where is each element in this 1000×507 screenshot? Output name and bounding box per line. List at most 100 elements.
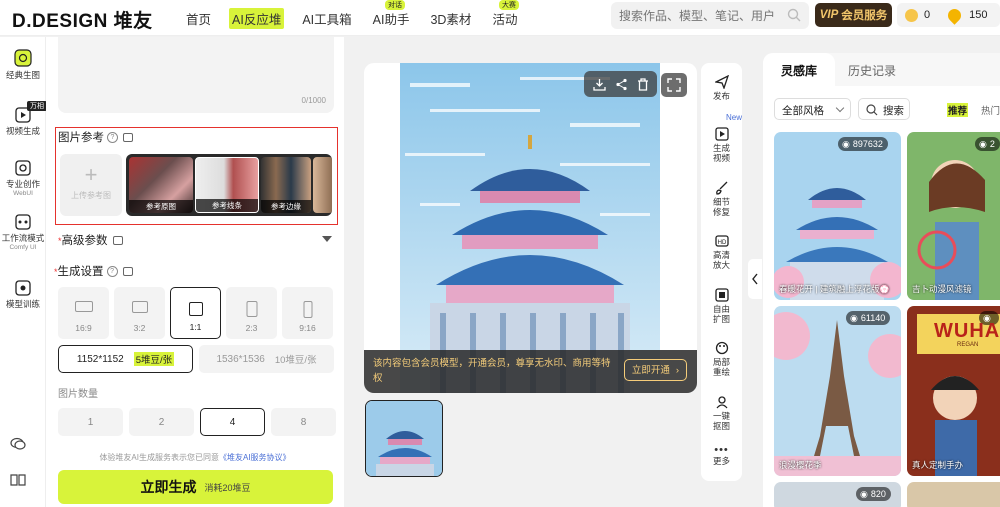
ref-mode-edge[interactable]: 参考边缘 [261,157,311,213]
guide-book-icon[interactable] [10,473,26,487]
nav-badge-chat: 对话 [385,0,406,10]
style-filter-select[interactable]: 全部风格 [774,98,851,120]
tutorial-icon[interactable] [112,236,123,246]
agreement-notice: 体验堆友AI生成服务表示您已同意《堆友AI服务协议》 [99,453,291,462]
tool-inpaint[interactable]: 局部重绘 [701,341,742,377]
ref-mode-lineart[interactable]: 参考线条 [195,157,259,213]
eye-icon: ◉ [979,139,987,149]
count-1[interactable]: 1 [58,408,123,436]
delete-icon[interactable] [637,77,649,91]
rail-video-gen[interactable]: 万相 视频生成 [0,101,47,137]
tool-hd-upscale[interactable]: HD 高清放大 [701,234,742,270]
result-preview: 该内容包含会员模型，开通会员，尊享无水印、商用等特权 立即开通 › [364,63,697,393]
chevron-down-icon [322,236,332,242]
send-icon [714,75,729,89]
image-count-options: 1 2 4 8 [58,408,336,436]
vip-label: 会员服务 [841,10,888,22]
result-thumbnail[interactable] [365,400,443,477]
new-badge: New [726,113,743,122]
main-nav: 首页 AI反应堆 AI工具箱 对话 AI助手 3D素材 大赛 活动 [186,0,538,36]
chat-icon[interactable] [10,437,26,451]
prompt-textarea[interactable]: 0/1000 [58,37,334,113]
vip-promo-banner: 该内容包含会员模型，开通会员，尊享无水印、商用等特权 立即开通 › [364,350,697,393]
count-4[interactable]: 4 [200,408,265,436]
nav-ai-reactor[interactable]: AI反应堆 [229,7,285,29]
generated-image[interactable] [400,63,660,393]
training-icon [15,280,31,296]
nav-events[interactable]: 大赛 活动 [492,0,519,28]
ratio-9-16[interactable]: 9:16 [282,287,333,339]
upload-reference-button[interactable]: + 上传参考图 [60,154,122,216]
tool-detail-repair[interactable]: 细节修复 [701,181,742,217]
rail-classic-image[interactable]: 经典生图 [0,49,46,81]
webui-icon [15,160,31,176]
tutorial-icon[interactable] [122,267,133,277]
wallet[interactable]: 0 150 [897,3,1000,27]
tool-publish[interactable]: 发布 [701,75,742,101]
chevron-left-icon [752,273,758,285]
hd-icon: HD [714,235,729,247]
site-logo[interactable]: D.DESIGN 堆友 [12,6,153,33]
eye-icon: ◉ [850,313,858,323]
sort-recommended[interactable]: 推荐 [947,103,969,117]
global-search [611,2,809,29]
inspiration-card[interactable] [907,482,1000,507]
tab-inspiration-library[interactable]: 灵感库 [763,53,836,86]
sort-popular[interactable]: 热门 [981,103,1000,117]
card-image [774,306,901,476]
collapse-panel-button[interactable] [748,259,762,299]
tools-column: 发布 生成视频 细节修复 HD 高清放大 自由扩图 局部重绘 一键抠图 ••• … [701,63,742,481]
generation-settings-title: *生成设置? [54,263,133,279]
inspiration-card[interactable]: ◉ 820 [774,482,901,507]
ratio-3-2[interactable]: 3:2 [114,287,165,339]
service-agreement-link[interactable]: 《堆友AI服务协议》 [219,453,291,462]
tab-history[interactable]: 历史记录 [848,62,896,79]
ratio-16-9[interactable]: 16:9 [58,287,109,339]
rail-model-training[interactable]: 模型训练 [0,280,46,310]
bean-balance: 150 [969,9,988,21]
resolution-1152[interactable]: 1152*1152 5堆豆/张 [58,345,193,373]
tool-cutout[interactable]: 一键抠图 [701,395,742,431]
expand-icon [667,78,681,92]
search-icon[interactable] [787,8,801,22]
svg-text:HD: HD [717,240,726,246]
settings-panel: 0/1000 图片参考? + 上传参考图 参考原图 参考线条 参考边缘 *高级参… [46,37,344,507]
inspiration-search-button[interactable]: 搜索 [858,98,910,120]
tool-more[interactable]: ••• 更多 [701,444,742,466]
nav-ai-assistant[interactable]: 对话 AI助手 [373,0,409,28]
inspiration-card[interactable]: ◉ 2 吉卜动漫风滤镜 [907,132,1000,300]
advanced-params-row[interactable]: *高级参数 [58,232,334,248]
expand-image-icon [714,288,729,302]
download-icon[interactable] [592,78,606,91]
view-count: ◉ 61140 [846,311,891,325]
eye-icon: ◉ [860,489,868,499]
inspiration-card[interactable]: ◉ 61140 浪漫樱花季 [774,306,901,476]
tool-outpaint[interactable]: 自由扩图 [701,288,742,324]
tool-generate-video[interactable]: 生成视频 [701,127,742,163]
generate-button[interactable]: 立即生成 消耗20堆豆 [58,470,333,504]
nav-home[interactable]: 首页 [186,9,211,28]
share-icon[interactable] [615,78,628,91]
brush-icon [715,181,727,195]
workflow-icon [15,214,31,230]
rail-workflow[interactable]: 工作流模式 Comfy UI [0,214,46,251]
count-2[interactable]: 2 [129,408,194,436]
activate-vip-button[interactable]: 立即开通 › [624,359,687,381]
search-input[interactable] [619,8,779,23]
vip-button[interactable]: VIP 会员服务 [815,3,892,27]
inspiration-card[interactable]: ◉ WUHA REGAN 真人定制手办 [907,306,1000,476]
resolution-1536[interactable]: 1536*1536 10堆豆/张 [199,345,334,373]
ref-mode-original[interactable]: 参考原图 [129,157,193,213]
ratio-1-1[interactable]: 1:1 [170,287,221,339]
inspiration-card[interactable]: ◉ 897632 春暖花开 | 建筑融上浮花版💮 [774,132,901,300]
count-8[interactable]: 8 [271,408,336,436]
ratio-2-3[interactable]: 2:3 [226,287,277,339]
view-count: ◉ 897632 [838,137,888,151]
ref-mode-more[interactable] [313,157,332,213]
nav-ai-toolbox[interactable]: AI工具箱 [302,9,351,28]
fullscreen-button[interactable] [661,73,687,97]
help-icon[interactable]: ? [106,266,118,278]
view-count: ◉ 820 [856,487,891,501]
rail-pro-create[interactable]: 专业创作 WebUI [0,160,46,197]
nav-3d-assets[interactable]: 3D素材 [430,9,471,28]
